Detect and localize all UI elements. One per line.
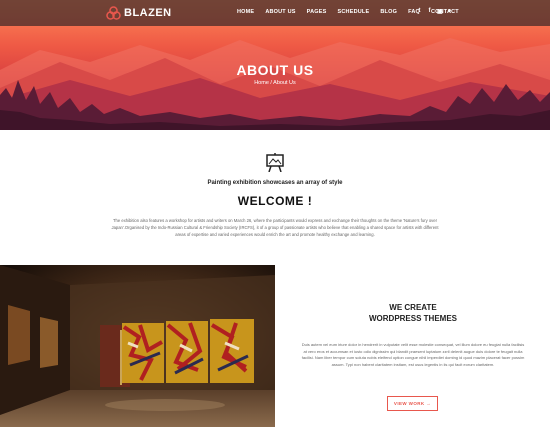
facebook-icon[interactable]: f <box>427 8 432 15</box>
brand-name: BLAZEN <box>124 7 172 19</box>
view-work-button[interactable]: VIEW WORK → <box>387 396 438 411</box>
page-title: ABOUT US <box>236 62 314 78</box>
feature-title-line2: WORDPRESS THEMES <box>368 314 457 323</box>
feature-paragraph: Duis autem vel eum iriure dolor in hendr… <box>301 342 525 367</box>
intro-paragraph: The exhibition also features a workshop … <box>111 218 439 237</box>
gallery-photo <box>0 265 275 427</box>
feature-title-line1: WE CREATE <box>389 303 437 312</box>
nav-blog[interactable]: BLOG <box>380 9 397 15</box>
breadcrumb[interactable]: Home / About Us <box>0 80 550 86</box>
nav-pages[interactable]: PAGES <box>307 9 327 15</box>
blazen-logo-icon <box>106 6 121 20</box>
instagram-icon[interactable]: ▣ <box>437 8 443 15</box>
dribbble-icon[interactable]: ● <box>447 8 452 15</box>
logo[interactable]: BLAZEN <box>106 6 172 20</box>
social-links: t f ▣ ● <box>417 8 457 15</box>
hero-banner: BLAZEN HOME ABOUT US PAGES SCHEDULE BLOG… <box>0 0 550 130</box>
feature-title: WE CREATE WORDPRESS THEMES <box>313 302 513 324</box>
nav-schedule[interactable]: SCHEDULE <box>338 9 370 15</box>
intro-tagline: Painting exhibition showcases an array o… <box>207 180 343 186</box>
nav-home[interactable]: HOME <box>237 9 254 15</box>
top-navbar: BLAZEN HOME ABOUT US PAGES SCHEDULE BLOG… <box>0 0 550 26</box>
art-gallery-image <box>0 265 275 427</box>
easel-icon <box>266 153 284 172</box>
nav-about-us[interactable]: ABOUT US <box>265 9 295 15</box>
twitter-icon[interactable]: t <box>417 8 422 15</box>
welcome-heading: WELCOME ! <box>237 194 313 208</box>
